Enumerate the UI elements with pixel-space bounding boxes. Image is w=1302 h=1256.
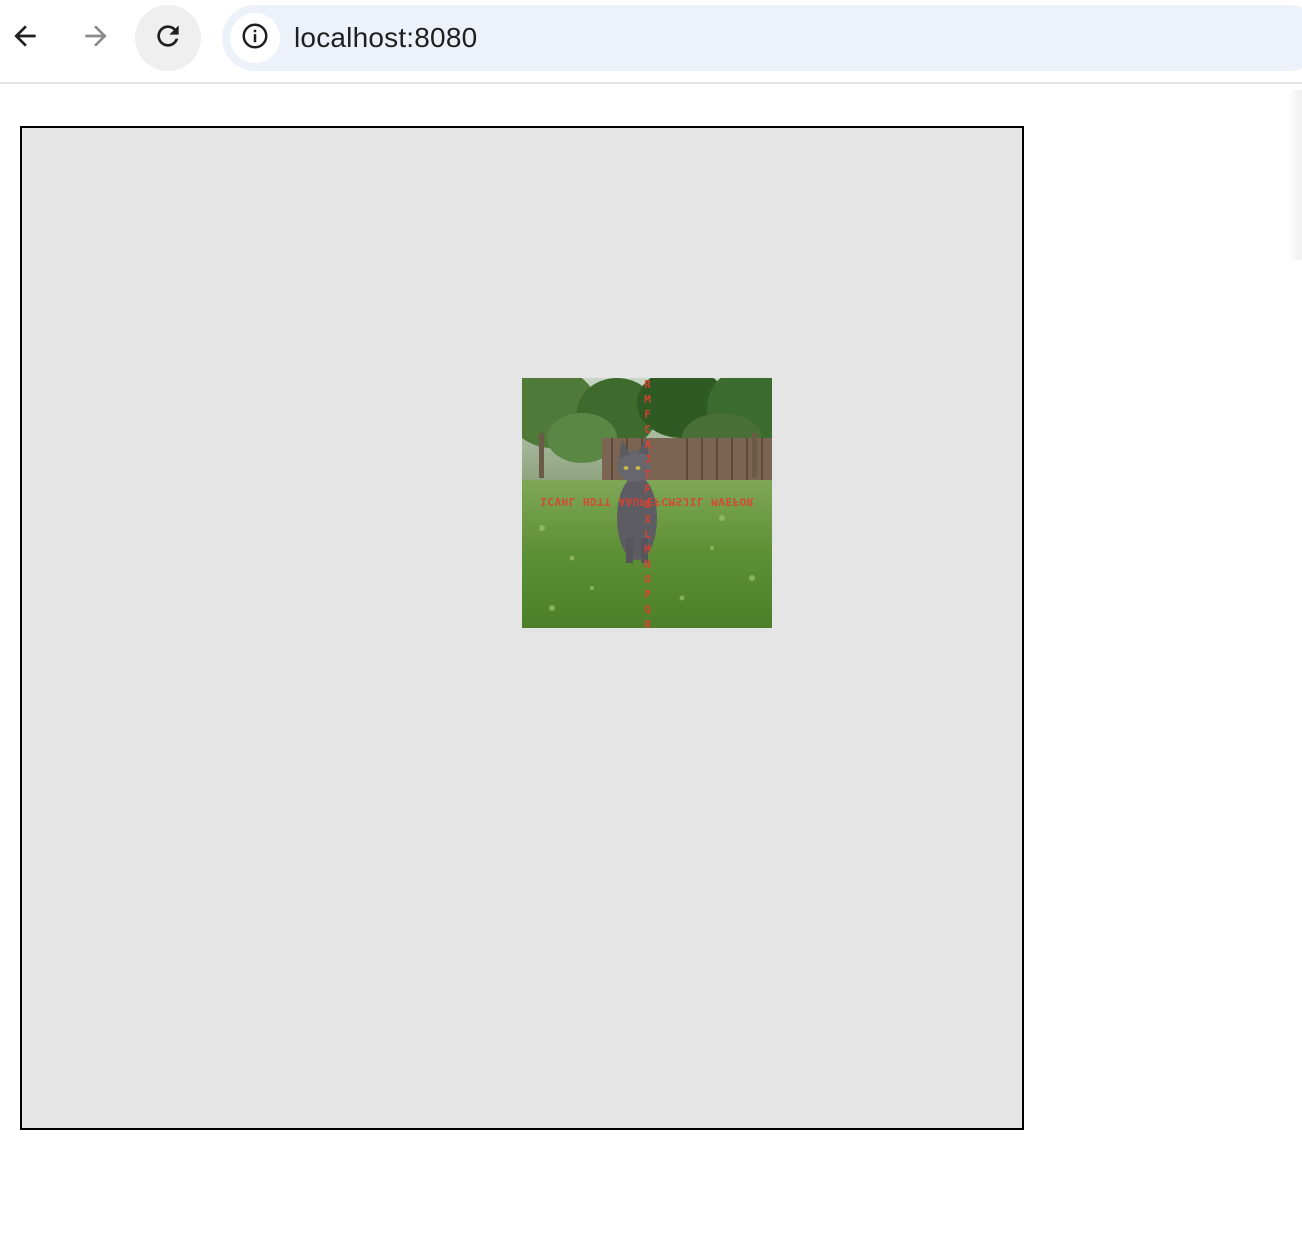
site-info-button[interactable]: [230, 13, 280, 63]
reload-icon: [152, 20, 184, 57]
side-panel-edge: [1286, 90, 1302, 260]
address-bar[interactable]: localhost:8080: [222, 5, 1302, 71]
back-arrow-icon: [9, 20, 41, 57]
cat-photo[interactable]: 1CVHL HDTT AAUPEFCMSJIL MVEFOR RMFCAJTFI…: [522, 378, 772, 628]
forward-arrow-icon: [80, 20, 112, 57]
info-icon: [240, 21, 270, 56]
back-button[interactable]: [0, 6, 57, 70]
image-canvas[interactable]: 1CVHL HDTT AAUPEFCMSJIL MVEFOR RMFCAJTFI…: [20, 126, 1024, 1130]
browser-toolbar: localhost:8080: [0, 0, 1302, 84]
reload-button[interactable]: [135, 5, 201, 71]
url-text[interactable]: localhost:8080: [294, 22, 477, 54]
photo-overlay-vertical-text: RMFCAJTFIXLMNOPQR: [641, 378, 654, 628]
forward-button[interactable]: [64, 6, 128, 70]
